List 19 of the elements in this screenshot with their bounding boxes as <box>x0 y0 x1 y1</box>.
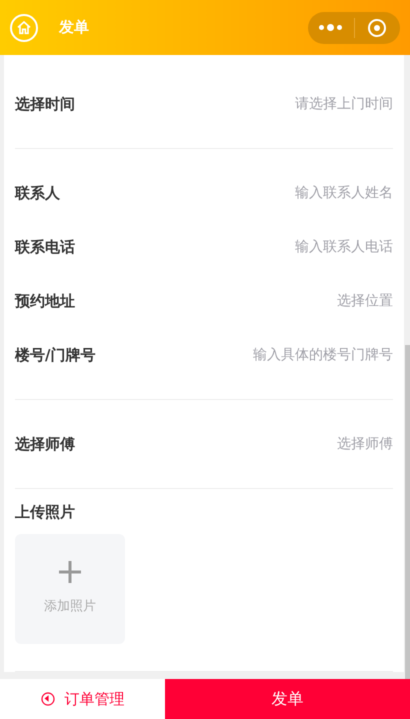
input-field[interactable]: 输入具体的楼号门牌号 <box>173 344 393 366</box>
field-label: 预约地址 <box>15 290 75 312</box>
section-label: 上传照片 <box>15 502 76 523</box>
page-title: 发单 <box>59 17 89 38</box>
field-label: 楼号/门牌号 <box>15 344 96 366</box>
input-field[interactable]: 请选择上门时间 <box>173 94 393 114</box>
plus-icon <box>59 560 81 583</box>
field-label: 联系电话 <box>15 236 75 258</box>
submit-button[interactable]: 发单 <box>165 679 410 719</box>
input-field[interactable]: 选择师傅 <box>173 434 393 454</box>
add-photo-button[interactable]: 添加照片 <box>15 534 125 644</box>
input-field[interactable]: 输入联系人姓名 <box>173 182 393 204</box>
field-label: 选择时间 <box>15 94 75 115</box>
input-field[interactable]: 输入联系人电话 <box>173 236 393 258</box>
home-icon[interactable] <box>10 14 38 42</box>
order-management-button[interactable]: 订单管理 <box>0 679 165 719</box>
input-field[interactable]: 选择位置 <box>173 290 393 312</box>
field-label: 联系人 <box>15 182 60 204</box>
field-label: 选择师傅 <box>15 434 75 455</box>
